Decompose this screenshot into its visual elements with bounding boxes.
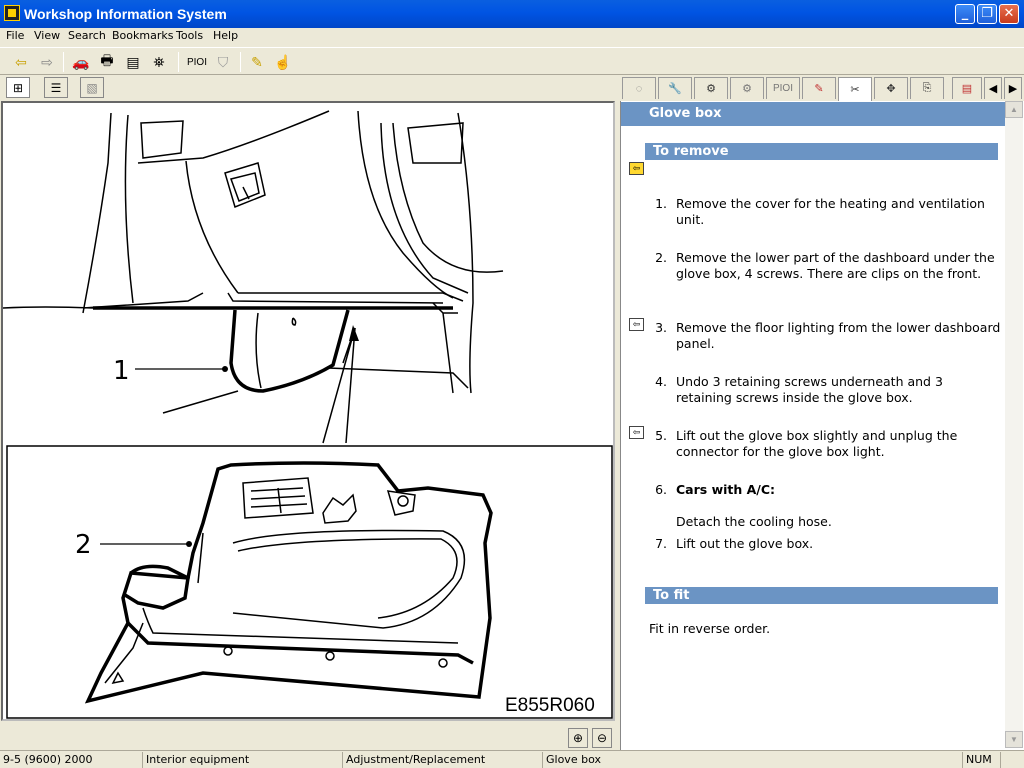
step-number: 1. — [655, 196, 667, 211]
step-text: Lift out the glove box slightly and unpl… — [676, 428, 958, 459]
tab-scroll-right-icon[interactable]: ▶ — [1004, 77, 1022, 99]
restore-button[interactable]: ❐ — [977, 4, 997, 24]
step-subtext: Detach the cooling hose. — [676, 514, 832, 529]
tab-move-icon[interactable]: ✥ — [874, 77, 908, 99]
image-view-tab[interactable]: ▧ — [80, 77, 104, 98]
pointer-note-icon[interactable]: ☝ — [272, 51, 294, 73]
step-text: Remove the floor lighting from the lower… — [676, 320, 1001, 351]
image-code: E855R060 — [505, 695, 595, 716]
section-to-remove: To remove — [645, 143, 998, 160]
close-button[interactable]: ✕ — [999, 4, 1019, 24]
status-type: Adjustment/Replacement — [342, 752, 540, 768]
pencil-icon[interactable]: ✎ — [246, 51, 268, 73]
app-icon — [4, 5, 20, 21]
document-title: Glove box — [621, 102, 1005, 126]
section-to-fit: To fit — [645, 587, 998, 604]
fit-text: Fit in reverse order. — [649, 621, 999, 637]
step-number: 7. — [655, 536, 667, 551]
callout-2-label: 2 — [75, 530, 92, 560]
status-bar: 9-5 (9600) 2000 Interior equipment Adjus… — [0, 750, 1024, 768]
illustration-pane: 1 2 E855R060 — [1, 101, 615, 721]
tab-document-icon[interactable]: ⎘ — [910, 77, 944, 99]
left-tab-bar: ⊞ ☰ ▧ — [0, 76, 616, 100]
menu-tools[interactable]: Tools — [176, 29, 203, 42]
step-text: Undo 3 retaining screws underneath and 3… — [676, 374, 943, 405]
scroll-up-icon[interactable]: ▲ — [1005, 101, 1023, 118]
step-number: 6. — [655, 482, 667, 497]
step-text: Remove the cover for the heating and ven… — [676, 196, 985, 227]
filter-icon[interactable]: ⛉ — [212, 51, 234, 73]
status-extra — [1000, 752, 1024, 768]
menu-help[interactable]: Help — [213, 29, 238, 42]
zoom-out-icon[interactable]: ⊖ — [592, 728, 612, 748]
tab-tools-icon[interactable]: ✎ — [802, 77, 836, 99]
pio-button[interactable]: PIOI — [184, 51, 210, 73]
step-number: 4. — [655, 374, 667, 389]
step-text: Remove the lower part of the dashboard u… — [676, 250, 995, 281]
tab-gears-icon[interactable]: ⚙ — [694, 77, 728, 99]
step-number: 5. — [655, 428, 667, 443]
zoom-bar: ⊕ ⊖ — [0, 724, 616, 750]
list-view-tab[interactable]: ☰ — [44, 77, 68, 98]
back-reference-icon[interactable]: ⇦ — [629, 162, 644, 175]
vertical-scrollbar[interactable]: ▲ ▼ — [1005, 101, 1023, 748]
note-arrow-icon[interactable]: ⇦ — [629, 318, 644, 331]
tab-bookmark-icon[interactable]: ▤ — [952, 77, 982, 99]
status-num: NUM — [962, 752, 998, 768]
fit-instruction: Fit in reverse order. — [649, 621, 771, 636]
menu-bookmarks[interactable]: Bookmarks — [112, 29, 173, 42]
tab-service-icon[interactable]: ✂ — [838, 77, 872, 101]
tab-scroll-left-icon[interactable]: ◀ — [984, 77, 1002, 99]
status-item: Glove box — [542, 752, 960, 768]
document-pane: Glove box To remove ⇦ 1. Remove the cove… — [620, 101, 1024, 750]
tab-overview-icon[interactable]: ◌ — [622, 77, 656, 99]
tab-pio[interactable]: PIOI — [766, 77, 800, 99]
callout-1-label: 1 — [113, 356, 130, 386]
zoom-in-icon[interactable]: ⊕ — [568, 728, 588, 748]
export-icon[interactable]: ▤ — [122, 51, 144, 73]
glove-box-illustration: 1 2 E855R060 — [3, 110, 613, 719]
title-bar: Workshop Information System _ ❐ ✕ — [0, 0, 1024, 28]
print-icon[interactable]: 🖶 — [96, 51, 118, 73]
menu-bar: File View Search Bookmarks Tools Help — [0, 28, 1024, 46]
menu-view[interactable]: View — [34, 29, 60, 42]
step-text: Cars with A/C: — [676, 482, 776, 497]
binoculars-icon[interactable]: ⛯ — [148, 51, 170, 73]
menu-file[interactable]: File — [6, 29, 24, 42]
right-tab-bar: ◌ 🔧 ⚙ ⚙ PIOI ✎ ✂ ✥ ⎘ ▤ ◀ ▶ — [620, 76, 1024, 101]
scroll-down-icon[interactable]: ▼ — [1005, 731, 1023, 748]
step-text: Lift out the glove box. — [676, 536, 814, 551]
forward-arrow-icon[interactable]: ⇨ — [36, 51, 58, 73]
step-number: 3. — [655, 320, 667, 335]
tab-parts-icon[interactable]: ⚙ — [730, 77, 764, 99]
car-icon[interactable]: 🚗 — [70, 51, 92, 73]
status-group: Interior equipment — [142, 752, 340, 768]
tree-view-tab[interactable]: ⊞ — [6, 77, 30, 98]
step-number: 2. — [655, 250, 667, 265]
note-arrow-icon[interactable]: ⇦ — [629, 426, 644, 439]
menu-search[interactable]: Search — [68, 29, 106, 42]
toolbar: ⇦ ⇨ 🚗 🖶 ▤ ⛯ PIOI ⛉ ✎ ☝ — [0, 47, 1024, 75]
window-title: Workshop Information System — [24, 6, 227, 22]
status-model: 9-5 (9600) 2000 — [3, 753, 93, 766]
tab-wrench-icon[interactable]: 🔧 — [658, 77, 692, 99]
minimize-button[interactable]: _ — [955, 4, 975, 24]
back-arrow-icon[interactable]: ⇦ — [10, 51, 32, 73]
